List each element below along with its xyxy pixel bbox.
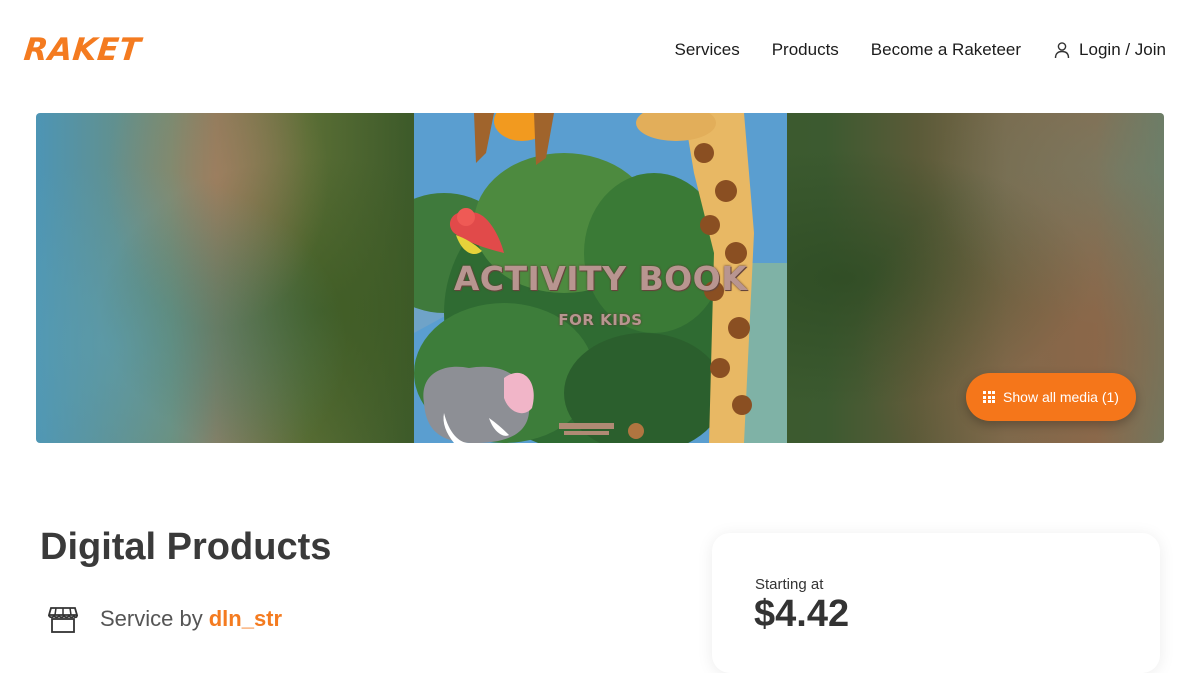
seller-link[interactable]: dln_str xyxy=(209,606,282,632)
cover-title: ACTIVITY BOOK xyxy=(453,259,748,298)
pricing-card: Starting at $4.42 xyxy=(712,533,1160,673)
nav-products[interactable]: Products xyxy=(772,40,839,60)
grid-icon xyxy=(983,391,996,403)
nav-services[interactable]: Services xyxy=(675,40,740,60)
site-header: RAKET Services Products Become a Raketee… xyxy=(0,0,1200,100)
show-all-media-label: Show all media (1) xyxy=(1003,389,1119,405)
login-join-label: Login / Join xyxy=(1079,40,1166,59)
user-icon xyxy=(1054,42,1070,59)
hero-media-gallery[interactable]: ACTIVITY BOOK FOR KIDS Show all media (1… xyxy=(36,113,1164,443)
hero-blur-left xyxy=(36,113,414,443)
page-title: Digital Products xyxy=(40,526,332,568)
nav-become-raketeer[interactable]: Become a Raketeer xyxy=(871,40,1021,60)
raket-logo[interactable]: RAKET xyxy=(22,30,143,70)
starting-at-label: Starting at xyxy=(755,576,824,593)
book-cover-image[interactable]: ACTIVITY BOOK FOR KIDS xyxy=(414,113,787,443)
login-join-link[interactable]: Login / Join xyxy=(1053,40,1166,60)
show-all-media-button[interactable]: Show all media (1) xyxy=(966,373,1136,421)
main-nav: Services Products Become a Raketeer Logi… xyxy=(643,36,1166,64)
cover-subtitle: FOR KIDS xyxy=(558,311,643,329)
service-by-label: Service by xyxy=(100,606,203,631)
